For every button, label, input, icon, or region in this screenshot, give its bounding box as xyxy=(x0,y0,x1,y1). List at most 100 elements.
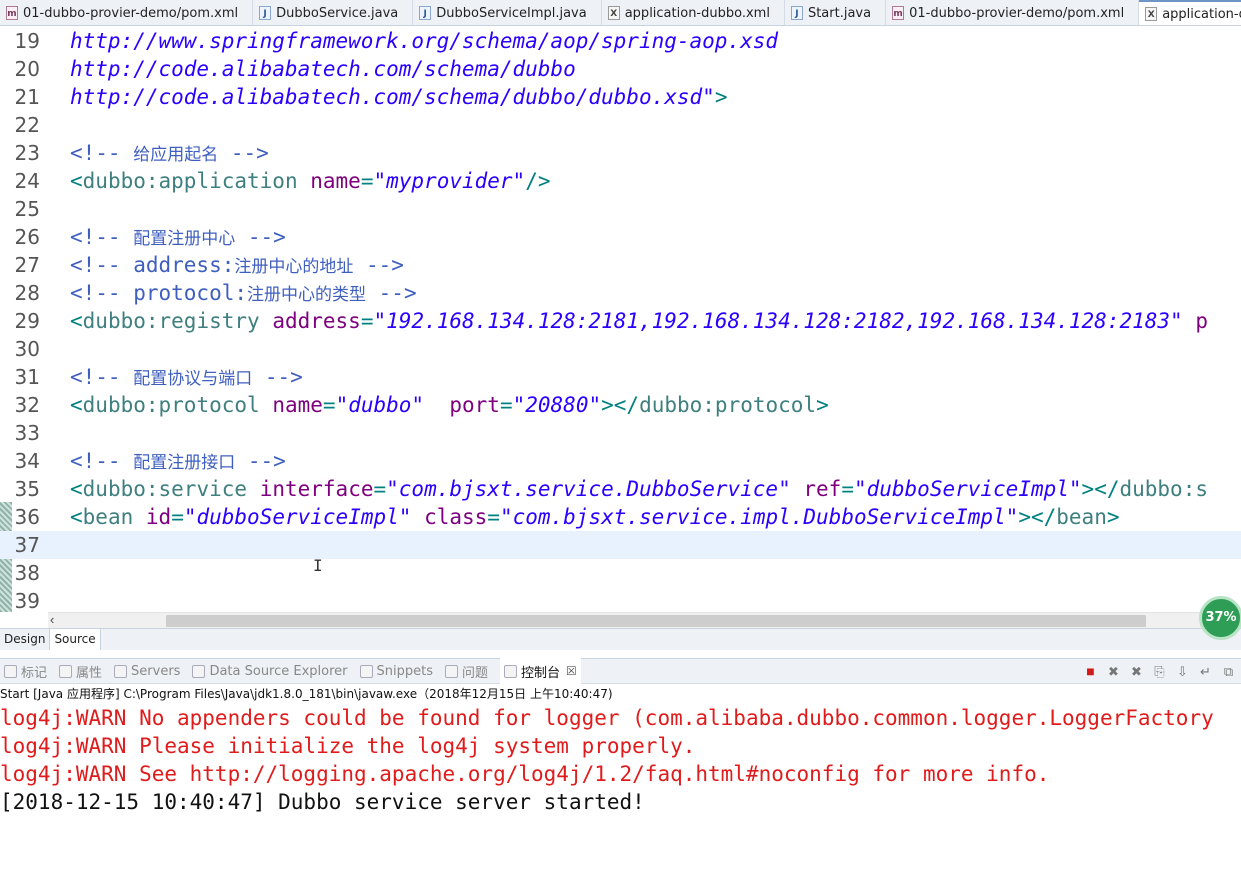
editor-tab-label: DubboService.java xyxy=(276,5,399,21)
code-token: = xyxy=(373,477,387,501)
code-token: = xyxy=(487,505,500,529)
code-token: > xyxy=(816,393,829,417)
editor-tab[interactable]: Xapplication-dubb xyxy=(1139,0,1241,25)
console-icon xyxy=(504,664,518,678)
view-tab[interactable]: Snippets xyxy=(359,658,434,684)
view-tab[interactable]: Servers xyxy=(114,658,180,684)
code-line[interactable]: 21 http://code.alibabatech.com/schema/dub… xyxy=(0,83,1241,111)
code-line[interactable]: 29 <dubbo:registry address="192.168.134.1… xyxy=(0,307,1241,335)
code-token: = xyxy=(841,477,854,501)
close-icon[interactable]: ☒ xyxy=(566,664,577,678)
code-line[interactable]: 39 xyxy=(0,587,1241,612)
code-line[interactable]: 32 <dubbo:protocol name="dubbo" port="208… xyxy=(0,391,1241,419)
code-text: <!-- 配置注册接口 --> xyxy=(70,447,286,477)
code-line[interactable]: 28 <!-- protocol:注册中心的类型 --> xyxy=(0,279,1241,307)
editor-mode-tabs: Design Source xyxy=(0,628,1241,650)
code-token: = xyxy=(360,169,374,193)
editor-tab[interactable]: m 01-dubbo-provier-demo/pom.xml xyxy=(0,0,254,25)
code-token: "dubbo" xyxy=(335,393,425,417)
code-line[interactable]: 37 xyxy=(0,531,1241,559)
code-token: "20880" xyxy=(512,393,602,417)
scrollbar-thumb[interactable] xyxy=(166,615,1146,627)
code-line[interactable]: 23 <!-- 给应用起名 --> xyxy=(0,139,1241,167)
code-line[interactable]: 25 xyxy=(0,195,1241,223)
java-file-icon: J xyxy=(790,6,803,20)
view-tab[interactable]: 问题 xyxy=(445,658,488,684)
code-token: 配置协议与端口 xyxy=(133,369,253,389)
code-token: "myprovider" xyxy=(373,169,526,193)
terminate-icon[interactable]: ■ xyxy=(1082,663,1099,680)
editor-tab[interactable]: m 01-dubbo-provier-demo/pom.xml xyxy=(886,0,1140,25)
progress-badge: 37% xyxy=(1199,596,1241,640)
code-line[interactable]: 34 <!-- 配置注册接口 --> xyxy=(0,447,1241,475)
console-output[interactable]: log4j:WARN No appenders could be found f… xyxy=(0,704,1241,879)
line-number: 33 xyxy=(14,421,40,445)
code-line[interactable]: 30 xyxy=(0,335,1241,363)
clear-console-icon[interactable]: ⎘ xyxy=(1151,663,1168,680)
console-line: log4j:WARN No appenders could be found f… xyxy=(0,706,1214,730)
xml-source-editor[interactable]: I 19 http://www.springframework.org/schem… xyxy=(0,26,1241,612)
tab-design[interactable]: Design xyxy=(0,629,51,650)
view-tab[interactable]: 属性 xyxy=(59,658,102,684)
view-tab-label: Snippets xyxy=(376,663,434,679)
view-tab-label: Servers xyxy=(131,663,181,679)
code-token: <!-- xyxy=(70,449,134,473)
code-line[interactable]: 36 <bean id="dubboServiceImpl" class="com… xyxy=(0,503,1241,531)
line-number: 19 xyxy=(14,29,40,53)
view-tab[interactable]: 控制台 ☒ xyxy=(500,658,581,684)
code-line[interactable]: 24 <dubbo:application name="myprovider"/> xyxy=(0,167,1241,195)
code-token: <!-- protocol: xyxy=(70,281,248,305)
code-line[interactable]: 31 <!-- 配置协议与端口 --> xyxy=(0,363,1241,391)
code-line[interactable]: 20 http://code.alibabatech.com/schema/dub… xyxy=(0,55,1241,83)
editor-tab[interactable]: J DubboService.java xyxy=(253,0,414,25)
code-token: "dubboServiceImpl" xyxy=(853,477,1082,501)
code-text: <!-- 给应用起名 --> xyxy=(70,139,269,169)
word-wrap-icon[interactable]: ↵ xyxy=(1197,663,1214,680)
code-token: port xyxy=(449,393,500,417)
code-token: dubbo:application xyxy=(82,169,298,193)
code-token: "com.bjsxt.service.impl.DubboServiceImpl… xyxy=(499,505,1019,529)
code-line[interactable]: 19 http://www.springframework.org/schema/… xyxy=(0,27,1241,55)
line-number: 31 xyxy=(14,365,40,389)
code-token: 配置注册接口 xyxy=(133,453,236,473)
code-token: class xyxy=(424,505,488,529)
line-number: 26 xyxy=(14,225,40,249)
line-number: 25 xyxy=(14,197,40,221)
code-line[interactable]: 33 xyxy=(0,419,1241,447)
scroll-lock-icon[interactable]: ⇩ xyxy=(1174,663,1191,680)
code-line[interactable]: 27 <!-- address:注册中心的地址 --> xyxy=(0,251,1241,279)
code-line[interactable]: 22 xyxy=(0,111,1241,139)
xml-file-icon: X xyxy=(1145,7,1158,21)
editor-tab[interactable]: J DubboServiceImpl.java xyxy=(413,0,602,25)
remove-all-icon[interactable]: ✖ xyxy=(1128,663,1145,680)
view-tab[interactable]: Data Source Explorer xyxy=(192,658,348,684)
code-token: p xyxy=(1195,309,1208,333)
pin-console-icon[interactable]: ⧉ xyxy=(1220,663,1237,680)
code-token: /> xyxy=(525,169,551,193)
scroll-left-icon[interactable]: ‹ xyxy=(50,612,54,627)
code-token: ></ xyxy=(1018,505,1057,529)
tab-source[interactable]: Source xyxy=(50,629,101,650)
editor-tab[interactable]: Xapplication-dubbo.xml xyxy=(602,0,785,25)
remove-launch-icon[interactable]: ✖ xyxy=(1105,663,1122,680)
code-token: --> xyxy=(252,365,303,389)
console-line: log4j:WARN See http://logging.apache.org… xyxy=(0,762,1050,786)
console-launch-info: Start [Java 应用程序] C:\Program Files\Java\… xyxy=(0,687,613,701)
view-tab[interactable]: 标记 xyxy=(4,658,47,684)
code-token: dubbo:protocol xyxy=(82,393,260,417)
servers-icon xyxy=(114,664,128,678)
editor-tab[interactable]: J Start.java xyxy=(785,0,887,25)
code-line[interactable]: 35 <dubbo:service interface="com.bjsxt.se… xyxy=(0,475,1241,503)
code-line[interactable]: 26 <!-- 配置注册中心 --> xyxy=(0,223,1241,251)
code-line[interactable]: 38 xyxy=(0,559,1241,587)
line-number: 32 xyxy=(14,393,40,417)
code-token: < xyxy=(70,393,83,417)
code-token: --> xyxy=(235,225,286,249)
editor-horizontal-scrollbar[interactable]: ‹ xyxy=(48,612,1241,628)
code-token: name xyxy=(272,393,323,417)
